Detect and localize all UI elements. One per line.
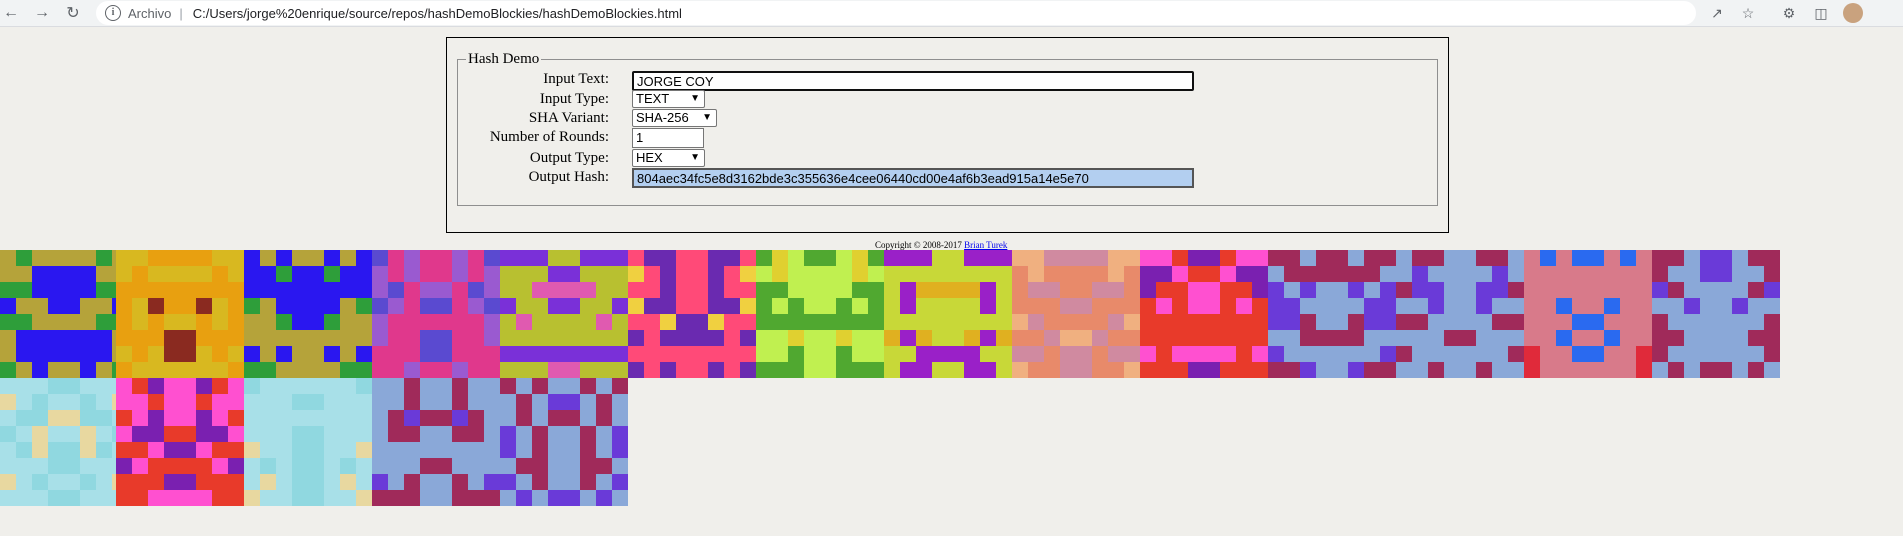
output-type-value: HEX — [636, 150, 663, 165]
blockie-image — [1396, 250, 1524, 378]
blockie-tile — [1652, 250, 1780, 378]
side-panel-icon[interactable]: ◫ — [1810, 2, 1832, 24]
blockie-tile — [1012, 250, 1140, 378]
chevron-down-icon: ▼ — [690, 152, 700, 163]
rounds-label: Number of Rounds: — [489, 129, 609, 145]
chevron-down-icon: ▼ — [702, 112, 712, 123]
blockie-tile — [1268, 250, 1396, 378]
blockie-tile — [116, 378, 244, 506]
blockie-tile — [372, 378, 500, 506]
url-text[interactable]: C:/Users/jorge%20enrique/source/repos/ha… — [193, 6, 682, 21]
browser-toolbar: ← → ↻ i Archivo | C:/Users/jorge%20enriq… — [0, 0, 1903, 27]
blockie-image — [1524, 250, 1652, 378]
author-link[interactable]: Brian Turek — [964, 240, 1007, 250]
blockie-image — [756, 250, 884, 378]
blockie-tile — [884, 250, 1012, 378]
star-icon[interactable]: ☆ — [1737, 2, 1759, 24]
blockie-tile — [628, 250, 756, 378]
hash-demo-panel: Hash Demo Input Text: JORGE COY Input Ty… — [446, 37, 1449, 233]
input-text-label: Input Text: — [543, 71, 609, 87]
back-icon[interactable]: ← — [0, 2, 22, 24]
copyright-text: Copyright © 2008-2017 — [875, 240, 962, 250]
blockie-tile — [1140, 250, 1268, 378]
blockie-tile — [500, 378, 628, 506]
info-icon[interactable]: i — [105, 5, 121, 21]
rounds-input[interactable]: 1 — [632, 128, 704, 148]
input-type-label: Input Type: — [539, 91, 609, 107]
blockie-image — [500, 250, 628, 378]
blockie-image — [244, 250, 372, 378]
blockie-tile — [116, 250, 244, 378]
blockie-image — [0, 378, 128, 506]
input-type-value: TEXT — [636, 91, 670, 106]
avatar[interactable] — [1843, 3, 1863, 23]
fieldset-legend: Hash Demo — [466, 51, 542, 68]
forward-icon[interactable]: → — [31, 2, 53, 24]
blockie-image — [372, 378, 500, 506]
blockie-image — [628, 250, 756, 378]
blockie-image — [1140, 250, 1268, 378]
scheme-separator: | — [179, 5, 183, 21]
blockie-tile — [500, 250, 628, 378]
blockie-tile — [372, 250, 500, 378]
sha-variant-label: SHA Variant: — [528, 110, 609, 126]
reload-icon[interactable]: ↻ — [62, 2, 84, 24]
blockie-image — [1012, 250, 1140, 378]
output-type-select[interactable]: HEX ▼ — [632, 149, 705, 167]
output-type-label: Output Type: — [529, 150, 609, 166]
blockie-image — [372, 250, 500, 378]
blockie-tile — [0, 250, 128, 378]
output-hash-field[interactable]: 804aec34fc5e8d3162bde3c355636e4cee06440c… — [632, 168, 1194, 188]
blockie-image — [116, 378, 244, 506]
blockie-image — [244, 378, 372, 506]
blockie-tile — [244, 378, 372, 506]
blockie-tile — [0, 378, 128, 506]
blockie-image — [1268, 250, 1396, 378]
scheme-label: Archivo — [128, 5, 172, 21]
blockie-image — [1652, 250, 1780, 378]
blockie-image — [0, 250, 128, 378]
blockie-tile — [1396, 250, 1524, 378]
input-type-select[interactable]: TEXT ▼ — [632, 90, 705, 108]
blockie-tile — [756, 250, 884, 378]
address-bar[interactable]: i Archivo | C:/Users/jorge%20enrique/sou… — [96, 1, 1696, 25]
hash-demo-fieldset: Hash Demo Input Text: JORGE COY Input Ty… — [457, 51, 1438, 206]
extensions-icon[interactable]: ⚙ — [1778, 2, 1800, 24]
copyright-notice: Copyright © 2008-2017 Brian Turek — [875, 240, 1007, 250]
sha-variant-select[interactable]: SHA-256 ▼ — [632, 109, 717, 127]
blockie-tile — [1524, 250, 1652, 378]
blockie-image — [884, 250, 1012, 378]
input-text-field[interactable]: JORGE COY — [632, 71, 1194, 91]
blockie-image — [500, 378, 628, 506]
blockie-tile — [244, 250, 372, 378]
output-hash-label: Output Hash: — [528, 169, 609, 185]
share-icon[interactable]: ↗ — [1706, 2, 1728, 24]
blockie-image — [116, 250, 244, 378]
chevron-down-icon: ▼ — [690, 93, 700, 104]
sha-variant-value: SHA-256 — [636, 110, 689, 125]
